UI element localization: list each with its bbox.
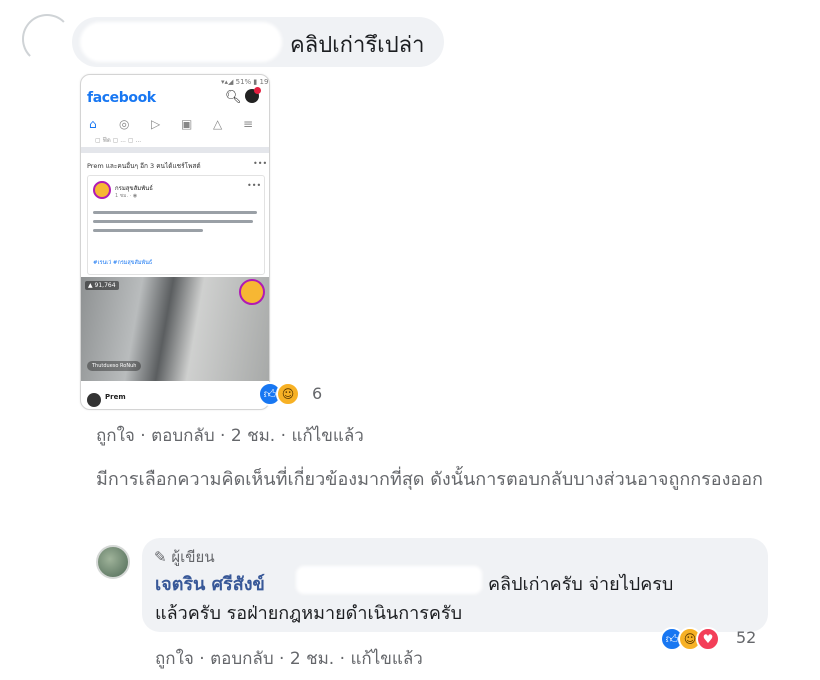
separator-dot: · xyxy=(140,426,152,446)
author-badge: ✎ ผู้เขียน xyxy=(154,545,215,569)
reply-reaction-count: 52 xyxy=(736,628,757,647)
post-text-line xyxy=(93,229,203,232)
notification-dot-icon xyxy=(254,87,261,94)
comment-attachment-image[interactable]: ▾▴◢ 51% ▮ 19 facebook 🔍︎ ⌂ ◎ ▷ ▣ △ ≡ ▢ ฟ… xyxy=(80,74,270,410)
more-options-icon: ••• xyxy=(253,159,268,168)
post-time: 1 ชม. · ◉ xyxy=(115,193,138,199)
separator-dot: · xyxy=(280,426,292,446)
pencil-icon: ✎ xyxy=(154,548,167,566)
phone-status-bar: ▾▴◢ 51% ▮ 19 xyxy=(221,78,269,86)
like-link[interactable]: ถูกใจ xyxy=(155,649,194,669)
reply-actions: ถูกใจ · ตอบกลับ · 2 ชม. · แก้ไขแล้ว xyxy=(155,645,423,672)
redacted-tag xyxy=(296,566,482,594)
separator-dot: · xyxy=(220,426,231,446)
page-avatar xyxy=(93,181,111,199)
love-reaction-icon: ♥ xyxy=(696,627,720,651)
reply-author-name[interactable]: เจตริน ศรีสังข์ xyxy=(155,569,265,598)
next-post-name: Prem xyxy=(105,393,126,401)
timestamp[interactable]: 2 ชม. xyxy=(290,649,334,669)
redacted-commenter-name xyxy=(80,22,282,62)
commenter-avatar[interactable] xyxy=(22,14,72,64)
edited-label[interactable]: แก้ไขแล้ว xyxy=(291,426,363,446)
author-badge-label: ผู้เขียน xyxy=(171,548,215,566)
post-hashtags: #เรนเว่ #กรมสุขสัมพันธ์ xyxy=(93,260,153,266)
author-avatar[interactable] xyxy=(96,545,130,579)
friends-icon: ◎ xyxy=(119,117,130,131)
reaction-count: 6 xyxy=(312,384,323,403)
comment-text: คลิปเก่ารึเปล่า xyxy=(290,33,425,58)
haha-reaction-icon: ☺ xyxy=(276,382,300,406)
bell-icon: △ xyxy=(213,117,223,131)
marketplace-icon: ▣ xyxy=(181,117,193,131)
timestamp[interactable]: 2 ชม. xyxy=(231,426,275,446)
watch-icon: ▷ xyxy=(151,117,161,131)
nav-sub-labels: ▢ ฟีด ▢ ... ▢ ... xyxy=(95,137,142,144)
separator-dot: · xyxy=(279,649,290,669)
reply-text-line2: แล้วครับ รอฝ่ายกฎหมายดำเนินการครับ xyxy=(155,603,463,624)
post-options-icon: ••• xyxy=(247,181,262,190)
home-icon: ⌂ xyxy=(89,117,97,131)
video-page-logo xyxy=(239,279,265,305)
post-text-line xyxy=(93,220,253,223)
next-post-avatar xyxy=(87,393,101,407)
edited-label[interactable]: แก้ไขแล้ว xyxy=(350,649,422,669)
separator-dot: · xyxy=(199,649,211,669)
search-icon: 🔍︎ xyxy=(225,90,242,105)
view-count-badge: ▲ 91,764 xyxy=(85,281,119,290)
post-text-line xyxy=(93,211,257,214)
menu-icon: ≡ xyxy=(243,117,254,131)
reply-link[interactable]: ตอบกลับ xyxy=(151,426,215,446)
like-link[interactable]: ถูกใจ xyxy=(96,426,135,446)
share-header: Prem และคนอื่นๆ อีก 3 คนได้แชร์โพสต์ xyxy=(87,162,201,170)
reply-text-line1: คลิปเก่าครับ จ่ายไปครบ xyxy=(488,574,674,595)
filtered-replies-notice: มีการเลือกความคิดเห็นที่เกี่ยวข้องมากที่… xyxy=(96,469,763,490)
facebook-nav-bar: ⌂ ◎ ▷ ▣ △ ≡ xyxy=(81,113,269,135)
comment-actions: ถูกใจ · ตอบกลับ · 2 ชม. · แก้ไขแล้ว xyxy=(96,422,364,449)
feed-divider xyxy=(81,147,269,153)
video-caption-pill: Thutdueso RoNuh xyxy=(87,361,142,371)
separator-dot: · xyxy=(339,649,351,669)
facebook-logo: facebook xyxy=(87,90,156,106)
reply-link[interactable]: ตอบกลับ xyxy=(210,649,274,669)
